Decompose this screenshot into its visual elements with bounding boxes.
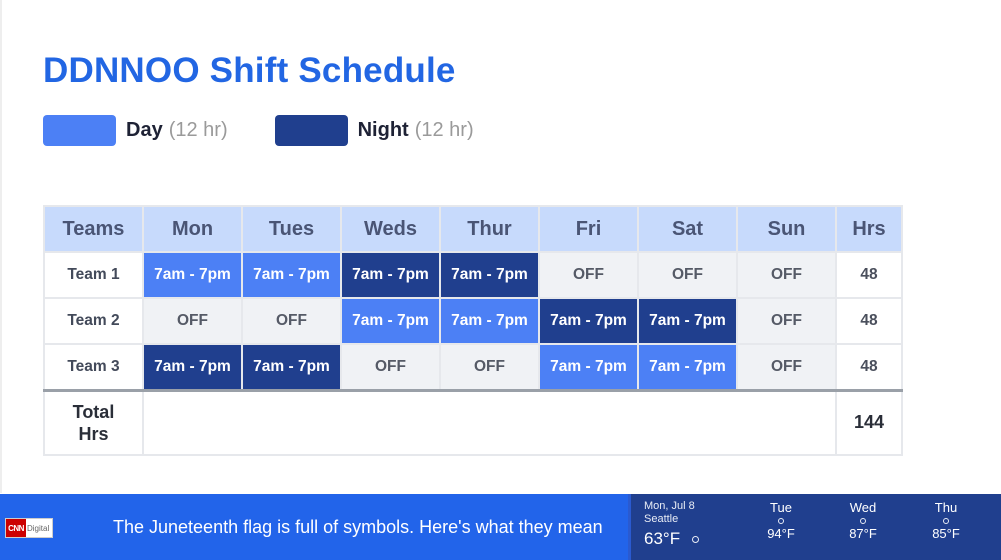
forecast-day: Wed 87°F [833, 500, 893, 541]
legend-label: Day [126, 119, 163, 141]
total-label: Total Hrs [43, 389, 144, 456]
team-row: Team 2 OFF OFF 7am - 7pm 7am - 7pm 7am - 7pm 7… [43, 297, 903, 345]
shift-cell-tues: 7am - 7pm [241, 251, 342, 299]
weather-widget: Mon, Jul 8 Seattle 63°F Tue 94°F Wed 87°… [628, 494, 1001, 560]
weather-current-temp: 63°F [644, 529, 681, 548]
total-hrs: 144 [835, 389, 903, 456]
weather-date: Mon, Jul 8 [644, 500, 695, 512]
team-name: Team 2 [43, 297, 144, 345]
team-name: Team 1 [43, 251, 144, 299]
shift-cell-weds: 7am - 7pm [340, 251, 441, 299]
forecast-day-name: Wed [849, 500, 877, 515]
shift-cell-mon: 7am - 7pm [142, 343, 243, 391]
shift-cell-mon: 7am - 7pm [142, 251, 243, 299]
shift-cell-weds: OFF [340, 343, 441, 391]
day-swatch [43, 115, 116, 146]
legend-sublabel: (12 hr) [414, 119, 474, 141]
forecast-day: Tue 94°F [751, 500, 811, 541]
shift-cell-fri: 7am - 7pm [538, 297, 639, 345]
shift-cell-thur: 7am - 7pm [439, 297, 540, 345]
total-label-line1: Total [72, 401, 115, 422]
forecast-temp: 87°F [849, 526, 877, 541]
page-title: DDNNOO Shift Schedule [43, 51, 456, 90]
weather-city: Seattle [644, 513, 679, 525]
header-mon: Mon [142, 205, 243, 253]
team-row: Team 1 7am - 7pm 7am - 7pm 7am - 7pm 7am - 7… [43, 251, 903, 299]
shift-cell-sun: OFF [736, 343, 837, 391]
shift-cell-sun: OFF [736, 251, 837, 299]
forecast-day-name: Thu [934, 500, 958, 515]
sun-icon [692, 535, 700, 543]
forecast-day: Thu 85°F [916, 500, 976, 541]
ticker-main: CNN Digital The Juneteenth flag is full … [0, 494, 628, 560]
header-sun: Sun [736, 205, 837, 253]
shift-cell-thur: OFF [439, 343, 540, 391]
team-hours: 48 [835, 343, 903, 391]
sun-icon [860, 518, 866, 524]
total-row: Total Hrs 144 [43, 389, 903, 456]
total-label-line2: Hrs [78, 423, 109, 444]
cnn-digital-logo: CNN Digital [5, 518, 53, 538]
shift-cell-fri: OFF [538, 251, 639, 299]
legend-sublabel: (12 hr) [168, 119, 228, 141]
header-weds: Weds [340, 205, 441, 253]
weather-today: Mon, Jul 8 Seattle 63°F [644, 500, 700, 549]
shift-cell-sat: 7am - 7pm [637, 297, 738, 345]
header-teams: Teams [43, 205, 144, 253]
cnn-logo-mark: CNN [6, 519, 26, 537]
forecast-temp: 94°F [767, 526, 795, 541]
legend-item-day: Day (12 hr) [43, 115, 228, 146]
shift-cell-sun: OFF [736, 297, 837, 345]
shift-cell-thur: 7am - 7pm [439, 251, 540, 299]
team-hours: 48 [835, 251, 903, 299]
header-hrs: Hrs [835, 205, 903, 253]
forecast-temp: 85°F [932, 526, 960, 541]
total-blank [142, 389, 837, 456]
header-sat: Sat [637, 205, 738, 253]
shift-cell-weds: 7am - 7pm [340, 297, 441, 345]
legend-item-night: Night (12 hr) [274, 115, 474, 146]
shift-cell-fri: 7am - 7pm [538, 343, 639, 391]
sun-icon [943, 518, 949, 524]
forecast-day-name: Tue [770, 500, 792, 515]
digital-label: Digital [27, 523, 50, 533]
header-row: Teams Mon Tues Weds Thur Fri Sat Sun Hrs [43, 205, 903, 253]
header-fri: Fri [538, 205, 639, 253]
news-ticker: CNN Digital The Juneteenth flag is full … [0, 494, 1001, 560]
shift-cell-sat: OFF [637, 251, 738, 299]
header-tues: Tues [241, 205, 342, 253]
team-hours: 48 [835, 297, 903, 345]
sun-icon [778, 518, 784, 524]
legend: Day (12 hr) Night (12 hr) [43, 115, 474, 146]
night-swatch [274, 115, 348, 146]
shift-cell-tues: OFF [241, 297, 342, 345]
shift-cell-sat: 7am - 7pm [637, 343, 738, 391]
legend-label: Night [357, 119, 409, 141]
shift-schedule-table: Teams Mon Tues Weds Thur Fri Sat Sun Hrs… [43, 205, 903, 456]
ticker-headline[interactable]: The Juneteenth flag is full of symbols. … [113, 517, 603, 538]
team-name: Team 3 [43, 343, 144, 391]
team-row: Team 3 7am - 7pm 7am - 7pm OFF OFF 7am - 7pm 7… [43, 343, 903, 391]
shift-cell-mon: OFF [142, 297, 243, 345]
header-thur: Thur [439, 205, 540, 253]
page-edge [0, 0, 2, 493]
shift-cell-tues: 7am - 7pm [241, 343, 342, 391]
